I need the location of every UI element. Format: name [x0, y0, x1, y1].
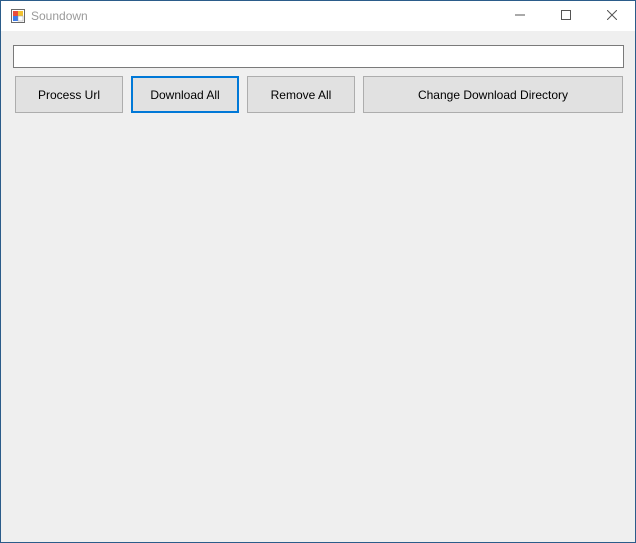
download-all-button[interactable]: Download All	[131, 76, 239, 113]
change-download-directory-button[interactable]: Change Download Directory	[363, 76, 623, 113]
maximize-button[interactable]	[543, 1, 589, 31]
close-button[interactable]	[589, 1, 635, 31]
maximize-icon	[561, 9, 571, 23]
minimize-icon	[515, 9, 525, 23]
client-area: Process Url Download All Remove All Chan…	[1, 31, 635, 542]
app-window-icon	[11, 9, 25, 23]
minimize-button[interactable]	[497, 1, 543, 31]
app-window: Soundown Process Url Download All Remove…	[0, 0, 636, 543]
remove-all-button[interactable]: Remove All	[247, 76, 355, 113]
title-bar[interactable]: Soundown	[1, 1, 635, 31]
close-icon	[606, 9, 618, 23]
url-input[interactable]	[13, 45, 624, 68]
window-title: Soundown	[31, 9, 88, 23]
process-url-button[interactable]: Process Url	[15, 76, 123, 113]
